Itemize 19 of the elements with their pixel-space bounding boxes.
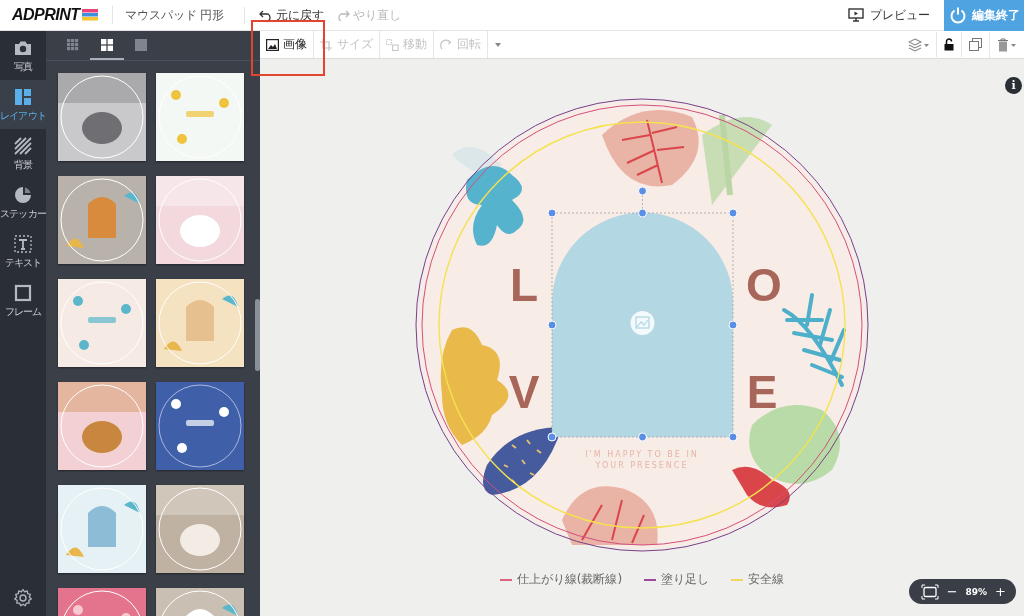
design-letter: L — [509, 259, 539, 311]
product-title: マウスパッド 円形 — [112, 6, 246, 24]
logo: ADPRINT — [12, 6, 80, 24]
zoom-out-button[interactable]: − — [946, 584, 958, 599]
design-letter: O — [746, 259, 782, 311]
zoom-in-button[interactable]: + — [995, 584, 1006, 599]
undo-button[interactable]: 元に戻す — [259, 6, 325, 24]
image-tool-button[interactable]: 画像 — [260, 31, 314, 58]
design-caption: YOUR PRESENCE — [595, 461, 689, 470]
legend-label: 仕上がり線(裁断線) — [516, 571, 623, 588]
sidebar-item[interactable]: レイアウト — [0, 80, 46, 129]
design-letter: E — [746, 366, 778, 418]
legend-label: 塗り足し — [661, 571, 710, 588]
preview-button[interactable]: プレビュー — [848, 6, 930, 24]
zoom-level: 89% — [965, 586, 988, 597]
design-caption: I'M HAPPY TO BE IN — [585, 450, 699, 459]
design-letter: V — [508, 366, 540, 418]
info-button[interactable]: i — [1005, 77, 1022, 94]
legend-label: 安全線 — [748, 571, 785, 588]
